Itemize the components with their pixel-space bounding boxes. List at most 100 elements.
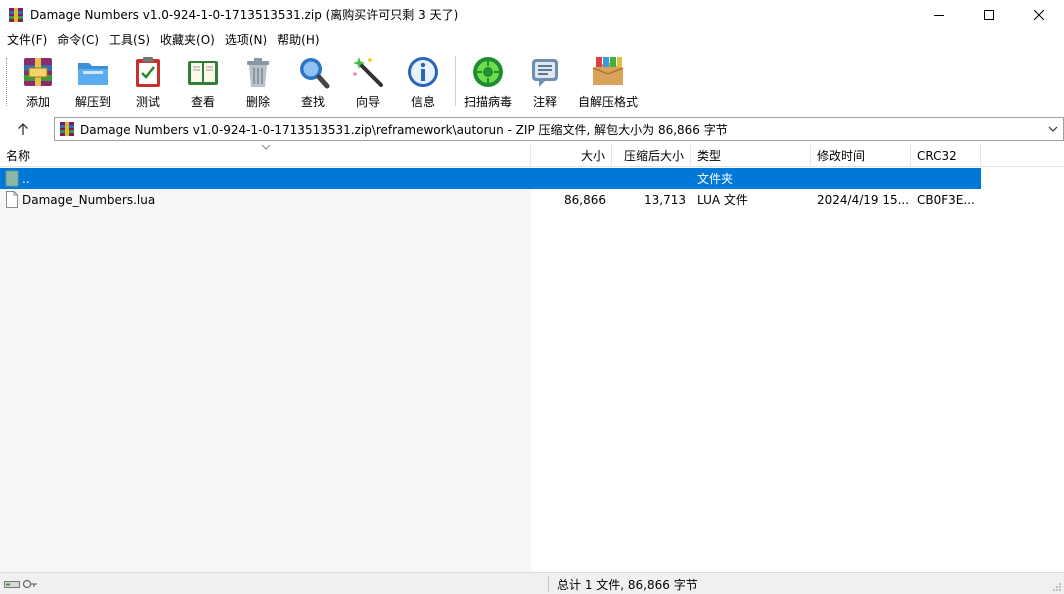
sfx-label: 自解压格式 — [577, 95, 638, 109]
address-bar: Damage Numbers v1.0-924-1-0-1713513531.z… — [0, 116, 1064, 142]
path-combobox[interactable]: Damage Numbers v1.0-924-1-0-1713513531.z… — [54, 117, 1064, 141]
sfx-box-icon — [590, 54, 626, 90]
cell-type: LUA 文件 — [697, 193, 748, 207]
table-row-parent-folder[interactable]: .. 文件夹 — [0, 168, 981, 189]
cell-name: .. — [22, 171, 30, 186]
close-icon — [1034, 9, 1044, 20]
virus-scan-icon — [470, 54, 506, 90]
extract-folder-icon — [75, 54, 111, 90]
test-button[interactable]: 测试 — [120, 54, 176, 110]
scan-virus-label: 扫描病毒 — [463, 95, 512, 109]
maximize-icon — [984, 9, 994, 20]
cell-crc32 — [917, 168, 979, 189]
name-column-background — [0, 167, 531, 572]
cell-crc32: CB0F3E... — [917, 192, 975, 207]
menu-help[interactable]: 帮助(H) — [272, 31, 324, 48]
add-button[interactable]: 添加 — [10, 54, 66, 110]
extract-to-button[interactable]: 解压到 — [65, 54, 121, 110]
status-separator — [548, 576, 549, 592]
wizard-wand-icon — [350, 54, 386, 90]
up-one-level-button[interactable] — [6, 117, 40, 141]
cell-size — [531, 168, 606, 189]
title-bar: Damage Numbers v1.0-924-1-0-1713513531.z… — [0, 0, 1064, 29]
path-text: Damage Numbers v1.0-924-1-0-1713513531.z… — [80, 122, 728, 137]
minimize-button[interactable] — [914, 0, 964, 29]
path-dropdown-button[interactable] — [1045, 120, 1061, 138]
add-archive-icon — [20, 54, 56, 90]
view-button[interactable]: 查看 — [175, 54, 231, 110]
comment-label: 注释 — [532, 95, 557, 109]
status-summary: 总计 1 文件, 86,866 字节 — [557, 577, 698, 592]
column-header-modified[interactable]: 修改时间 — [811, 144, 911, 167]
menu-commands[interactable]: 命令(C) — [52, 31, 104, 48]
toolbar: 添加 解压到 测试 查看 删除 查找 向导 信息 扫描病毒 注释 自解压格式 — [0, 50, 1064, 112]
chevron-down-icon — [1048, 126, 1058, 132]
magnifier-icon — [295, 54, 331, 90]
maximize-button[interactable] — [964, 0, 1014, 29]
archive-icon — [59, 121, 75, 137]
cell-packed: 13,713 — [644, 192, 686, 207]
details-background — [531, 167, 1064, 572]
minimize-icon — [934, 14, 944, 16]
trash-icon — [240, 54, 276, 90]
sfx-button[interactable]: 自解压格式 — [576, 54, 640, 110]
find-button[interactable]: 查找 — [285, 54, 341, 110]
arrow-up-icon — [18, 123, 28, 135]
file-list[interactable]: 名称 大小 压缩后大小 类型 修改时间 CRC32 .. 文件夹 Damage_… — [0, 144, 1064, 572]
resize-grip-icon[interactable] — [1052, 582, 1062, 592]
sort-descending-icon — [261, 144, 271, 150]
menu-tools[interactable]: 工具(S) — [104, 31, 155, 48]
test-label: 测试 — [135, 95, 160, 109]
toolbar-grip[interactable] — [6, 58, 9, 106]
menu-file[interactable]: 文件(F) — [2, 31, 52, 48]
info-icon — [405, 54, 441, 90]
table-row-file[interactable]: Damage_Numbers.lua 86,866 13,713 LUA 文件 … — [0, 189, 981, 210]
cell-name: Damage_Numbers.lua — [22, 192, 156, 207]
status-bar: 总计 1 文件, 86,866 字节 — [0, 572, 1064, 594]
window-title: Damage Numbers v1.0-924-1-0-1713513531.z… — [30, 8, 459, 22]
column-size-label: 大小 — [580, 149, 605, 163]
scan-virus-button[interactable]: 扫描病毒 — [460, 54, 516, 110]
wizard-button[interactable]: 向导 — [340, 54, 396, 110]
cell-modified — [817, 168, 909, 189]
file-document-icon — [5, 191, 19, 208]
cell-type: 文件夹 — [697, 172, 734, 186]
column-header-crc32[interactable]: CRC32 — [911, 144, 981, 167]
column-modified-label: 修改时间 — [817, 149, 866, 163]
comment-icon — [527, 54, 563, 90]
key-icon — [22, 579, 37, 589]
comment-button[interactable]: 注释 — [517, 54, 573, 110]
extract-to-label: 解压到 — [74, 95, 111, 109]
menu-bar: 文件(F) 命令(C) 工具(S) 收藏夹(O) 选项(N) 帮助(H) — [0, 29, 1064, 49]
column-header-type[interactable]: 类型 — [691, 144, 811, 167]
list-header: 名称 大小 压缩后大小 类型 修改时间 CRC32 — [0, 144, 981, 167]
add-label: 添加 — [25, 95, 50, 109]
winrar-app-icon[interactable] — [8, 7, 24, 23]
cell-modified: 2024/4/19 15... — [817, 192, 909, 207]
header-filler — [981, 144, 1064, 167]
delete-label: 删除 — [245, 95, 270, 109]
cell-size: 86,866 — [564, 192, 606, 207]
parent-folder-icon — [5, 170, 19, 187]
info-label: 信息 — [410, 95, 435, 109]
column-header-size[interactable]: 大小 — [531, 144, 612, 167]
delete-button[interactable]: 删除 — [230, 54, 286, 110]
menu-favorites[interactable]: 收藏夹(O) — [155, 31, 220, 48]
status-icons — [4, 577, 38, 591]
menu-options[interactable]: 选项(N) — [220, 31, 272, 48]
close-button[interactable] — [1014, 0, 1064, 29]
column-header-packed[interactable]: 压缩后大小 — [612, 144, 691, 167]
test-clipboard-icon — [130, 54, 166, 90]
toolbar-separator — [455, 56, 456, 106]
column-crc32-label: CRC32 — [917, 148, 957, 163]
column-packed-label: 压缩后大小 — [623, 149, 684, 163]
column-name-label: 名称 — [6, 149, 31, 163]
cell-packed — [612, 168, 686, 189]
find-label: 查找 — [300, 95, 325, 109]
view-book-icon — [185, 54, 221, 90]
info-button[interactable]: 信息 — [395, 54, 451, 110]
drive-icon — [4, 581, 20, 588]
wizard-label: 向导 — [355, 95, 380, 109]
column-type-label: 类型 — [697, 149, 722, 163]
view-label: 查看 — [190, 95, 215, 109]
